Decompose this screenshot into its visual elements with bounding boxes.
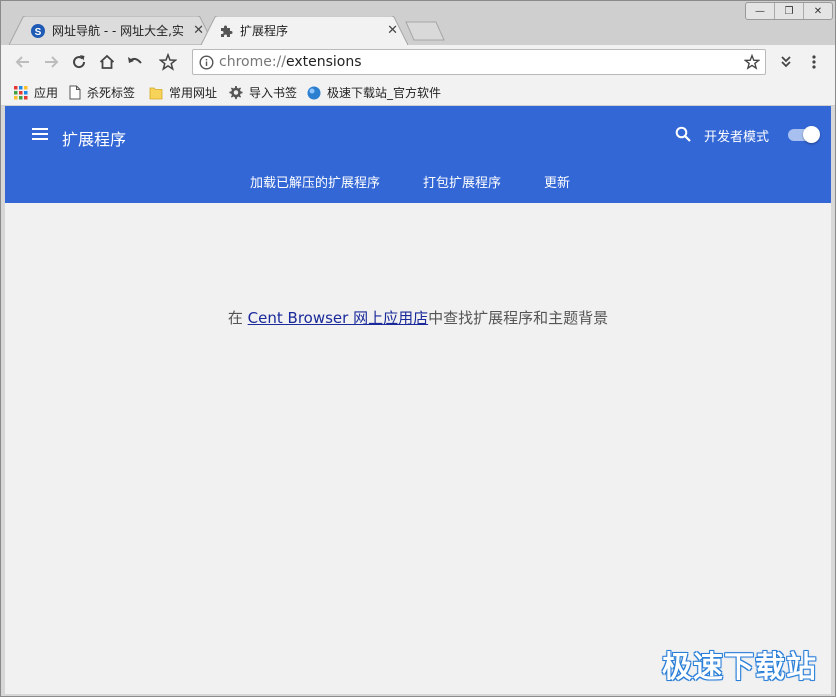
bookmark-star-button[interactable] — [159, 53, 177, 71]
developer-mode-label: 开发者模式 — [704, 130, 770, 145]
message-suffix: 中查找扩展程序和主题背景 — [428, 309, 609, 327]
bookmark-jisu-site[interactable]: 极速下载站_官方软件 — [307, 84, 441, 101]
tab-title: 网址导航 - - 网址大全,实 — [52, 24, 184, 38]
arrow-right-icon — [45, 56, 59, 68]
folder-icon — [149, 87, 163, 99]
bookmark-label: 应用 — [34, 86, 59, 100]
developer-mode-toggle[interactable] — [788, 126, 820, 143]
page-title: 扩展程序 — [62, 130, 127, 149]
extensions-overflow-button[interactable] — [777, 53, 795, 71]
update-button[interactable]: 更新 — [544, 172, 570, 191]
sogou-favicon-icon: S — [31, 23, 45, 38]
tab-nav-site[interactable]: S 网址导航 - - 网址大全,实 ✕ — [9, 16, 214, 45]
window-controls: — ❐ ✕ — [745, 2, 833, 20]
info-icon[interactable] — [199, 55, 214, 70]
url-scheme: chrome:// — [219, 54, 286, 70]
toolbar: chrome://extensions — [1, 45, 835, 79]
web-store-link[interactable]: Cent Browser 网上应用店 — [248, 309, 428, 327]
star-outline-icon[interactable] — [744, 54, 760, 70]
back-button[interactable] — [14, 53, 32, 71]
pack-extension-button[interactable]: 打包扩展程序 — [423, 172, 501, 191]
undo-icon — [128, 57, 142, 64]
watermark-logo: 极速下载站 — [662, 650, 817, 685]
message-prefix: 在 — [227, 309, 248, 327]
bookmarks-bar: 应用 杀死标签 常用网址 导入书签 极速下载站_官方软件 — [1, 79, 835, 106]
bookmark-common-sites[interactable]: 常用网址 — [149, 84, 217, 101]
bookmark-label: 杀死标签 — [87, 86, 136, 100]
load-unpacked-button[interactable]: 加载已解压的扩展程序 — [250, 172, 380, 191]
arrow-left-icon — [15, 56, 29, 68]
bookmark-import[interactable]: 导入书签 — [228, 84, 297, 101]
svg-text:S: S — [35, 27, 42, 38]
search-icon[interactable] — [675, 126, 691, 142]
puzzle-icon — [221, 25, 233, 37]
page-icon — [69, 85, 81, 100]
home-icon — [99, 54, 115, 69]
star-outline-icon — [159, 53, 177, 71]
extensions-page: 扩展程序 开发者模式 加载已解压的扩展程序 打包扩展程序 更新 在 Cent B… — [5, 106, 831, 694]
gear-icon — [229, 85, 243, 100]
close-window-button[interactable]: ✕ — [803, 3, 832, 19]
restore-button[interactable]: ❐ — [774, 3, 803, 19]
tab-strip: — ❐ ✕ S 网址导航 - - 网址大全,实 ✕ 扩展程序 ✕ — [1, 1, 835, 45]
undo-close-tab-button[interactable] — [126, 53, 144, 71]
browser-menu-button[interactable] — [805, 53, 823, 71]
tab-title: 扩展程序 — [240, 24, 289, 38]
apps-grid-icon — [14, 85, 28, 99]
reload-icon — [73, 55, 86, 69]
site-favicon-icon — [307, 86, 321, 99]
hamburger-menu-icon[interactable] — [32, 127, 48, 141]
toggle-knob — [803, 126, 820, 143]
more-vertical-icon — [812, 55, 816, 69]
browser-window: — ❐ ✕ S 网址导航 - - 网址大全,实 ✕ 扩展程序 ✕ chrome:… — [0, 0, 836, 697]
tab-close-button[interactable]: ✕ — [387, 23, 398, 38]
home-button[interactable] — [98, 53, 116, 71]
reload-button[interactable] — [70, 53, 88, 71]
extensions-header: 扩展程序 开发者模式 加载已解压的扩展程序 打包扩展程序 更新 — [5, 106, 831, 203]
bookmark-label: 极速下载站_官方软件 — [327, 86, 442, 100]
bookmark-label: 常用网址 — [169, 86, 218, 100]
bookmark-apps[interactable]: 应用 — [14, 84, 58, 101]
bookmark-label: 导入书签 — [249, 86, 298, 100]
tab-extensions[interactable]: 扩展程序 ✕ — [201, 16, 408, 45]
web-store-message: 在 Cent Browser 网上应用店中查找扩展程序和主题背景 — [5, 307, 831, 328]
address-bar[interactable]: chrome://extensions — [192, 49, 766, 75]
new-tab-button[interactable] — [405, 21, 445, 41]
url-host: extensions — [286, 54, 362, 70]
double-chevron-down-icon — [781, 56, 791, 68]
forward-button[interactable] — [42, 53, 60, 71]
minimize-button[interactable]: — — [746, 3, 774, 19]
bookmark-kill-tabs[interactable]: 杀死标签 — [69, 84, 135, 101]
